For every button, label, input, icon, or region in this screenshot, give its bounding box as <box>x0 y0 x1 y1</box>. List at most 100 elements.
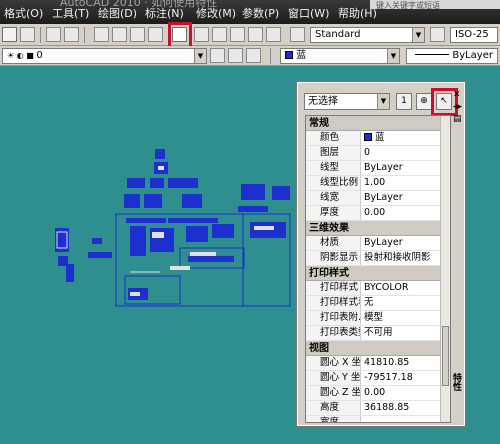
property-row[interactable]: 阴影显示 投射和接收阴影 <box>306 251 450 266</box>
property-value[interactable]: 0.00 <box>361 386 450 400</box>
property-value[interactable]: 无 <box>361 296 450 310</box>
search-input[interactable]: 键入关键字或短语 <box>370 0 500 9</box>
property-row[interactable]: 图层 0 <box>306 146 450 161</box>
zoom-realtime-icon[interactable] <box>112 27 127 42</box>
section-header[interactable]: 三维效果 <box>306 221 450 236</box>
drawing-block <box>92 238 102 244</box>
property-value-text: ByLayer <box>364 192 403 203</box>
property-value[interactable] <box>361 416 450 422</box>
close-icon[interactable]: ✕ <box>453 89 462 101</box>
text-style-select[interactable]: Standard ▼ <box>310 27 425 43</box>
selection-select[interactable]: 无选择 ▼ <box>304 93 390 110</box>
dim-style-icon[interactable] <box>430 27 445 42</box>
text-style-value: Standard <box>315 29 361 40</box>
text-style-icon[interactable] <box>290 27 305 42</box>
redo-icon[interactable] <box>64 27 79 42</box>
property-row[interactable]: 颜色 蓝 <box>306 131 450 146</box>
property-row[interactable]: 打印表附...模型 <box>306 311 450 326</box>
pan-icon[interactable] <box>94 27 109 42</box>
drawing-block <box>254 226 274 230</box>
dim-style-select[interactable]: ISO-25 <box>450 27 498 43</box>
menu-format[interactable]: 格式(O) <box>4 5 43 21</box>
markup-icon[interactable] <box>248 27 263 42</box>
property-name: 线宽 <box>306 191 361 205</box>
drawing-block <box>150 178 164 188</box>
property-value[interactable]: ByLayer <box>361 191 450 205</box>
properties-sections: 常规 颜色蓝图层 0 线型 ByLayer 线型比例 1.00 线宽 ByLayer 厚度 0.00… <box>306 116 450 422</box>
vertical-scrollbar[interactable] <box>440 116 450 422</box>
property-name: 图层 <box>306 146 361 160</box>
drawing-block <box>170 266 190 270</box>
menu-modify[interactable]: 修改(M) <box>196 5 236 21</box>
menu-dimension[interactable]: 标注(N) <box>145 5 184 21</box>
property-row[interactable]: 材质 ByLayer <box>306 236 450 251</box>
tool-palettes-icon[interactable] <box>212 27 227 42</box>
palette-menu-icon[interactable]: ▤ <box>453 113 462 125</box>
property-value[interactable]: 投射和接收阴影 <box>361 251 450 265</box>
drawing-block <box>168 218 218 223</box>
property-name: 打印表类型 <box>306 326 361 340</box>
property-row[interactable]: 圆心 Y 坐标-79517.18 <box>306 371 450 386</box>
property-value[interactable]: ByLayer <box>361 236 450 250</box>
property-value-text: 模型 <box>364 312 384 323</box>
color-swatch <box>285 51 293 59</box>
property-value[interactable]: 36188.85 <box>361 401 450 415</box>
zoom-previous-icon[interactable] <box>148 27 163 42</box>
property-value[interactable]: 蓝 <box>361 131 450 145</box>
linetype-select[interactable]: ByLayer <box>406 48 498 64</box>
menu-window[interactable]: 窗口(W) <box>288 5 329 21</box>
property-value-text: 0 <box>364 147 371 158</box>
property-row[interactable]: 线型 ByLayer <box>306 161 450 176</box>
calculator-icon[interactable] <box>266 27 281 42</box>
property-row[interactable]: 线宽 ByLayer <box>306 191 450 206</box>
property-row[interactable]: 厚度 0.00 <box>306 206 450 221</box>
drawing-block <box>152 232 164 238</box>
property-row[interactable]: 打印样式 BYCOLOR <box>306 281 450 296</box>
menu-tools[interactable]: 工具(T) <box>52 5 89 21</box>
quick-select-icon[interactable]: ⊕ <box>416 93 432 110</box>
property-value[interactable]: 1.00 <box>361 176 450 190</box>
layer-select[interactable]: ☀ ◐ ■ 0 ▼ <box>2 48 207 64</box>
property-row[interactable]: 圆心 Z 坐标0.00 <box>306 386 450 401</box>
open-icon[interactable] <box>20 27 35 42</box>
property-value[interactable]: -79517.18 <box>361 371 450 385</box>
section-header[interactable]: 视图 <box>306 341 450 356</box>
property-row[interactable]: 宽度 <box>306 416 450 422</box>
property-row[interactable]: 高度 36188.85 <box>306 401 450 416</box>
sheet-set-icon[interactable] <box>230 27 245 42</box>
standard-toolbar: Standard ▼ ISO-25 <box>0 22 500 53</box>
design-center-icon[interactable] <box>194 27 209 42</box>
make-current-icon[interactable] <box>228 48 243 63</box>
new-icon[interactable] <box>2 27 17 42</box>
property-value-text: 蓝 <box>375 132 385 143</box>
menu-parametric[interactable]: 参数(P) <box>242 5 279 21</box>
property-row[interactable]: 线型比例 1.00 <box>306 176 450 191</box>
zoom-window-icon[interactable] <box>130 27 145 42</box>
color-select[interactable]: 蓝 ▼ <box>280 48 400 64</box>
property-value[interactable]: BYCOLOR <box>361 281 450 295</box>
pickadd-toggle-button[interactable]: 1 <box>396 93 412 110</box>
property-value-text: 0.00 <box>364 207 386 218</box>
property-value[interactable]: ByLayer <box>361 161 450 175</box>
property-value[interactable]: 模型 <box>361 311 450 325</box>
autohide-icon[interactable]: ◂▸ <box>453 101 462 113</box>
section-header[interactable]: 打印样式 <box>306 266 450 281</box>
layer-previous-icon[interactable] <box>246 48 261 63</box>
drawing-block <box>212 224 234 238</box>
property-row[interactable]: 打印样式表无 <box>306 296 450 311</box>
property-row[interactable]: 圆心 X 坐标41810.85 <box>306 356 450 371</box>
section-header[interactable]: 常规 <box>306 116 450 131</box>
layer-properties-icon[interactable] <box>210 48 225 63</box>
property-value[interactable]: 不可用 <box>361 326 450 340</box>
property-value[interactable]: 41810.85 <box>361 356 450 370</box>
scrollbar-thumb[interactable] <box>442 326 449 386</box>
chevron-down-icon: ▼ <box>377 94 389 109</box>
palette-title-strip[interactable]: ✕ ◂▸ ▤ <box>453 89 462 419</box>
property-value[interactable]: 0.00 <box>361 206 450 220</box>
menu-help[interactable]: 帮助(H) <box>338 5 377 21</box>
property-row[interactable]: 打印表类型不可用 <box>306 326 450 341</box>
undo-icon[interactable] <box>46 27 61 42</box>
property-value[interactable]: 0 <box>361 146 450 160</box>
drawing-block <box>144 194 162 208</box>
menu-draw[interactable]: 绘图(D) <box>98 5 137 21</box>
